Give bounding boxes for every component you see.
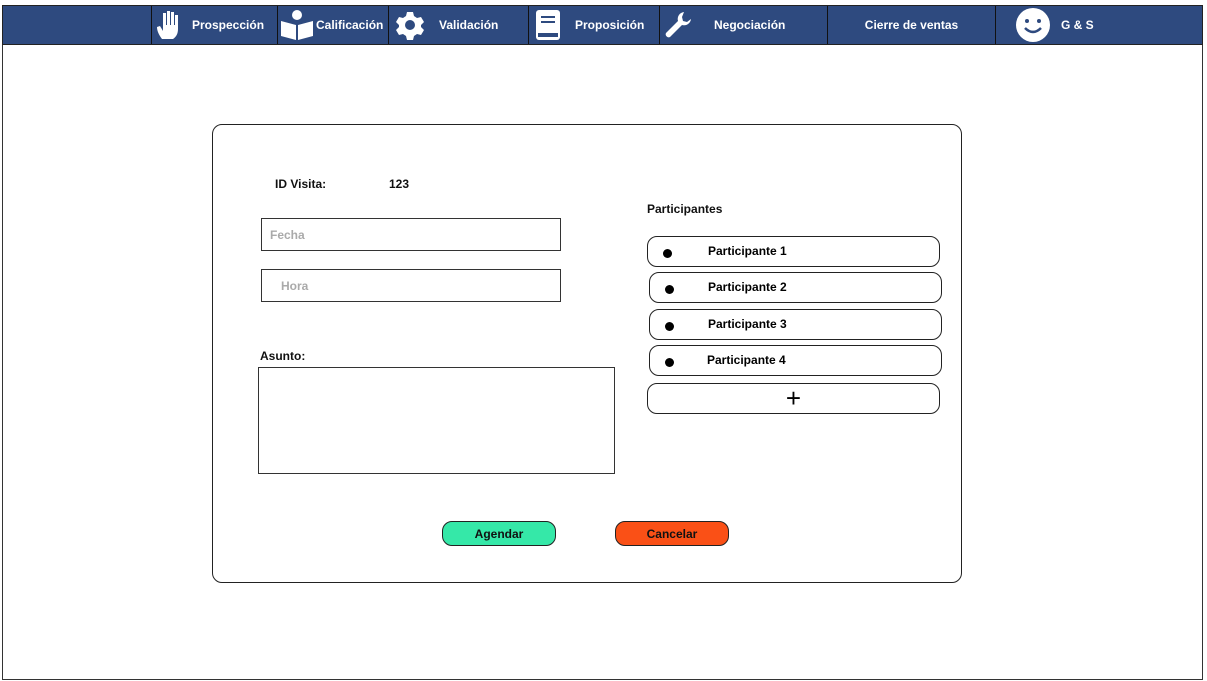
asunto-label: Asunto:	[260, 349, 306, 363]
hand-icon	[157, 11, 178, 39]
participant-item[interactable]: Participante 3	[649, 309, 942, 340]
book-icon	[536, 10, 560, 40]
add-participant-button[interactable]: +	[647, 383, 940, 414]
bullet-icon	[665, 322, 674, 331]
nav-calificacion[interactable]: Calificación	[277, 6, 388, 44]
nav-label: G & S	[1061, 18, 1094, 32]
participant-name: Participante 4	[707, 353, 786, 367]
participant-name: Participante 3	[708, 317, 787, 331]
participant-item[interactable]: Participante 1	[647, 236, 940, 267]
nav-cierre[interactable]: Cierre de ventas	[827, 6, 995, 44]
wrench-icon	[665, 12, 691, 38]
participant-name: Participante 2	[708, 280, 787, 294]
agendar-button[interactable]: Agendar	[442, 521, 556, 546]
plus-icon: +	[785, 383, 802, 413]
reader-icon	[281, 10, 313, 40]
participant-item[interactable]: Participante 4	[649, 345, 942, 376]
top-nav: Prospección Calificación Validación Prop…	[2, 5, 1203, 45]
hora-input[interactable]: Hora	[261, 269, 561, 302]
nav-label: Validación	[439, 18, 499, 32]
participantes-label: Participantes	[647, 202, 723, 216]
nav-label: Negociación	[714, 18, 786, 32]
nav-proposicion[interactable]: Proposición	[528, 6, 659, 44]
nav-validacion[interactable]: Validación	[388, 6, 528, 44]
nav-negociacion[interactable]: Negociación	[659, 6, 827, 44]
id-visita-value: 123	[389, 177, 410, 191]
asunto-textarea[interactable]	[258, 367, 615, 474]
nav-profile[interactable]: G & S	[995, 6, 1203, 44]
smiley-icon	[1016, 8, 1050, 42]
fecha-input[interactable]: Fecha	[261, 218, 561, 251]
id-visita-label: ID Visita:	[275, 177, 327, 191]
bullet-icon	[663, 249, 672, 258]
nav-label: Cierre de ventas	[864, 18, 959, 32]
nav-prospeccion[interactable]: Prospección	[151, 6, 277, 44]
participant-name: Participante 1	[708, 244, 787, 258]
nav-label: Proposición	[575, 18, 645, 32]
nav-label: Prospección	[192, 18, 265, 32]
participant-item[interactable]: Participante 2	[649, 272, 942, 303]
cancelar-button[interactable]: Cancelar	[615, 521, 729, 546]
bullet-icon	[665, 358, 674, 367]
gear-icon	[396, 12, 424, 40]
nav-label: Calificación	[316, 18, 384, 32]
bullet-icon	[665, 285, 674, 294]
